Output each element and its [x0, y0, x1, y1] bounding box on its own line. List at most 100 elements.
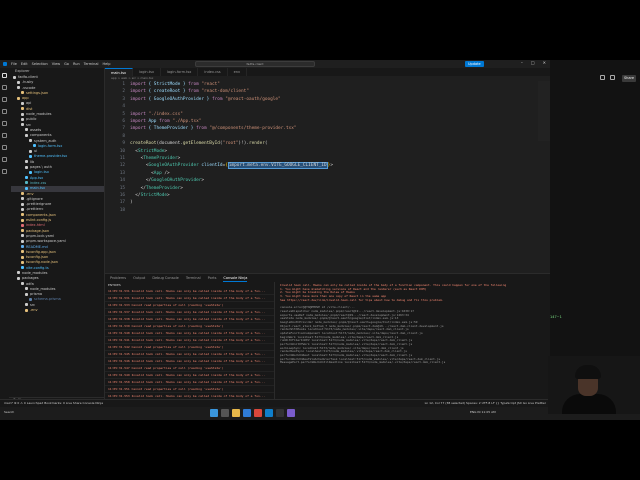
- menu-edit[interactable]: Edit: [21, 62, 28, 66]
- run-debug-icon[interactable]: [2, 109, 7, 114]
- console-entry[interactable]: 11:05:31.540 Invalid hook call. Hooks ca…: [105, 330, 274, 337]
- code-line[interactable]: <StrictMode>: [130, 148, 167, 155]
- browser-icon[interactable]: [243, 409, 251, 417]
- code-line[interactable]: import App from "./App.tsx": [130, 118, 201, 125]
- editor-tab[interactable]: login.tsx: [133, 68, 162, 76]
- menu-file[interactable]: File: [11, 62, 17, 66]
- system-tray[interactable]: ENG IN 11:05 AM: [470, 410, 496, 414]
- tree-item-label: eslint.config.js: [26, 218, 52, 223]
- editor-tab[interactable]: env: [228, 68, 248, 76]
- console-entry[interactable]: 11:05:31.531 Invalid hook call. Hooks ca…: [105, 288, 274, 295]
- file-explorer-icon[interactable]: [232, 409, 240, 417]
- testing-icon[interactable]: [2, 145, 7, 150]
- docker-icon[interactable]: [2, 157, 7, 162]
- minimize-icon[interactable]: –: [521, 60, 523, 65]
- panel-tab[interactable]: Output: [133, 274, 145, 282]
- code-line[interactable]: <App />: [130, 170, 170, 177]
- explorer-icon[interactable]: [2, 73, 7, 78]
- close-icon[interactable]: ✕: [543, 60, 546, 65]
- line-number: 6: [122, 119, 125, 124]
- store-icon[interactable]: [287, 409, 295, 417]
- taskbar-search[interactable]: Search: [4, 410, 14, 414]
- console-entry[interactable]: 11:05:31.547 Cannot read properties of n…: [105, 365, 274, 372]
- source-control-icon[interactable]: [2, 97, 7, 102]
- menu-help[interactable]: Help: [102, 62, 110, 66]
- search-icon[interactable]: [2, 85, 7, 90]
- code-token: <: [130, 170, 154, 176]
- minimap[interactable]: [538, 81, 550, 141]
- file-type-icon: [25, 303, 28, 307]
- tree-item-label: system_auth: [34, 138, 57, 143]
- console-entry[interactable]: 11:05:31.533 Cannot read properties of n…: [105, 302, 274, 309]
- code-line[interactable]: </ThemeProvider>: [130, 185, 183, 192]
- chrome-icon[interactable]: [254, 409, 262, 417]
- menu-selection[interactable]: Selection: [32, 62, 48, 66]
- menu-terminal[interactable]: Terminal: [84, 62, 99, 66]
- panel-tab[interactable]: Ports: [208, 274, 217, 282]
- taskview-icon[interactable]: [221, 409, 229, 417]
- code-token: "@/components/theme-provider.tsx": [209, 126, 297, 132]
- code-token: >: [177, 156, 181, 161]
- console-entry[interactable]: 11:05:31.531 Invalid hook call. Hooks ca…: [105, 295, 274, 302]
- console-entry[interactable]: 11:05:31.549 Invalid hook call. Hooks ca…: [105, 372, 274, 379]
- windows-start-icon[interactable]: [210, 409, 218, 417]
- error-detail[interactable]: Invalid hook call. Hooks can only be cal…: [277, 282, 550, 408]
- code-view[interactable]: 1 import { StrictMode } from "react" 2 impo…: [105, 81, 550, 214]
- code-line[interactable]: </StrictMode>: [130, 192, 169, 199]
- code-line[interactable]: import { StrictMode } from "react": [130, 81, 220, 88]
- share-button[interactable]: Share: [622, 75, 636, 82]
- command-search-box[interactable]: fadfa-client: [195, 61, 315, 67]
- bell-icon[interactable]: [610, 75, 615, 80]
- status-left[interactable]: main* ⊗ 0 ⚠ 0 Launchpad Bookmarks: 0 Liv…: [4, 400, 103, 407]
- console-entry[interactable]: 11:05:31.550 Invalid hook call. Hooks ca…: [105, 379, 274, 386]
- remote-icon[interactable]: [2, 133, 7, 138]
- panel-tab[interactable]: Debug Console: [152, 274, 179, 282]
- database-icon[interactable]: [2, 169, 7, 174]
- menu-go[interactable]: Go: [64, 62, 69, 66]
- tree-item-label: tsconfig.node.json: [26, 260, 59, 265]
- console-entry[interactable]: 11:05:31.537 Invalid hook call. Hooks ca…: [105, 309, 274, 316]
- console-entry[interactable]: 11:05:31.538 Invalid hook call. Hooks ca…: [105, 316, 274, 323]
- code-line[interactable]: <GoogleOAuthProvider clientId={import.me…: [130, 162, 333, 170]
- code-token: >: [164, 148, 168, 154]
- menu-view[interactable]: View: [52, 62, 60, 66]
- code-line[interactable]: import "./index.css": [130, 111, 183, 118]
- update-button[interactable]: Update: [465, 61, 484, 67]
- console-entry[interactable]: 11:05:31.539 Cannot read properties of n…: [105, 323, 274, 330]
- code-line[interactable]: import { ThemeProvider } from "@/compone…: [130, 125, 297, 132]
- code-line[interactable]: createRoot(document.getElementById ("root…: [130, 140, 268, 147]
- vscode-icon[interactable]: [265, 409, 273, 417]
- file-type-icon: [21, 229, 24, 233]
- code-line[interactable]: <ThemeProvider>: [130, 155, 181, 162]
- console-entry[interactable]: 11:05:31.541 Invalid hook call. Hooks ca…: [105, 337, 274, 344]
- code-line[interactable]: ): [130, 199, 133, 206]
- editor-tab[interactable]: login-form.tsx: [161, 68, 199, 76]
- editor-tab[interactable]: index.css: [198, 68, 228, 76]
- terminal-icon[interactable]: [276, 409, 284, 417]
- tree-item-label: node_modules: [26, 112, 52, 117]
- tree-item[interactable]: .env: [11, 308, 104, 313]
- code-line[interactable]: import { GoogleOAuthProvider } from "@re…: [130, 96, 281, 103]
- code-token: import: [130, 82, 149, 87]
- line-number: 2: [122, 89, 125, 95]
- panel-tab[interactable]: Problems: [110, 274, 126, 282]
- extensions-icon[interactable]: [2, 121, 7, 126]
- console-entry[interactable]: 11:05:31.542 Cannot read properties of n…: [105, 344, 274, 351]
- code-line[interactable]: import { createRoot } from "react-dom/cl…: [130, 88, 249, 95]
- console-entry[interactable]: 11:05:31.545 Invalid hook call. Hooks ca…: [105, 351, 274, 358]
- settings-icon[interactable]: [600, 75, 605, 80]
- line-number: 12: [119, 163, 125, 169]
- maximize-icon[interactable]: □: [531, 60, 535, 65]
- console-entry[interactable]: 11:05:31.551 Cannot read properties of n…: [105, 386, 274, 393]
- file-type-icon: [21, 255, 24, 259]
- console-entry[interactable]: 11:05:31.546 Invalid hook call. Hooks ca…: [105, 358, 274, 365]
- status-right[interactable]: Ln 12, Col 77 (38 selected) Spaces: 2 UT…: [425, 400, 546, 407]
- editor-tab[interactable]: main.tsx: [105, 68, 134, 76]
- menu-run[interactable]: Run: [73, 62, 80, 66]
- code-token: "./App.tsx": [172, 119, 202, 124]
- panel-tab[interactable]: Console Ninja: [223, 274, 248, 282]
- panel-tab[interactable]: Terminal: [186, 274, 201, 282]
- tree-item-label: .prettierrc: [26, 207, 44, 212]
- code-line[interactable]: </GoogleOAuthProvider>: [130, 177, 204, 184]
- tree-item-label: App.tsx: [30, 175, 44, 180]
